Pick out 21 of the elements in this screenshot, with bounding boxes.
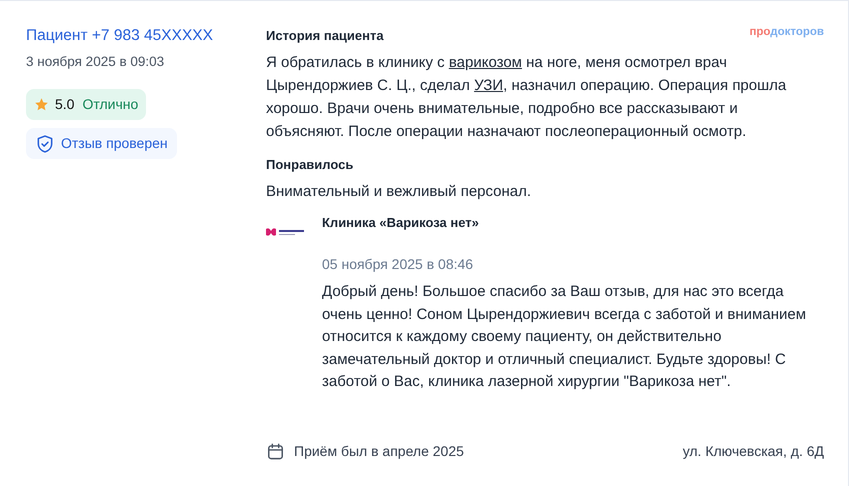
star-icon (34, 97, 49, 112)
liked-heading: Понравилось (266, 157, 354, 173)
clinic-logo (266, 227, 306, 237)
review-date: 3 ноября 2025 в 09:03 (26, 53, 164, 71)
history-text: Я обратилась в клинику с варикозом на ноге, меня осмотрел врач Цырендоржиев С. Ц., сделал УЗИ, назначил операцию. Операция прошла хорошо. Врачи очень внимательные, подробно все рассказывают и объясняют. После операции назначают послеоперационный осмотр. (266, 53, 788, 142)
term-link[interactable]: варикозом (448, 54, 522, 71)
reply-date: 05 ноября 2025 в 08:46 (322, 255, 474, 274)
brand-logo: продокторов (749, 25, 824, 39)
term-link[interactable]: УЗИ (474, 77, 504, 94)
rating-label: Отлично (82, 95, 138, 114)
clinic-address: ул. Ключевская, д. 6Д (682, 442, 824, 461)
history-heading: История пациента (266, 28, 384, 44)
shield-check-icon (35, 134, 55, 154)
liked-text: Внимательный и вежливый персонал. (266, 182, 532, 202)
patient-name: Пациент +7 983 45XXXXX (26, 26, 213, 46)
clinic-name: Клиника «Варикоза нет» (322, 215, 480, 231)
rating-score: 5.0 (55, 95, 74, 114)
visit-date: Приём был в апреле 2025 (294, 442, 464, 461)
verified-label: Отзыв проверен (61, 134, 168, 154)
reply-text: Добрый день! Большое спасибо за Ваш отзыв, для нас это всегда очень ценно! Соном Цырендоржиевич всегда с заботой и вниманием относится к каждому своему пациенту, он действительно замечательный доктор и отличный специалист. Будьте здоровы! С заботой о Вас, клиника лазерной хирургии "Варикоза нет". (322, 282, 807, 392)
calendar-icon (266, 442, 285, 461)
